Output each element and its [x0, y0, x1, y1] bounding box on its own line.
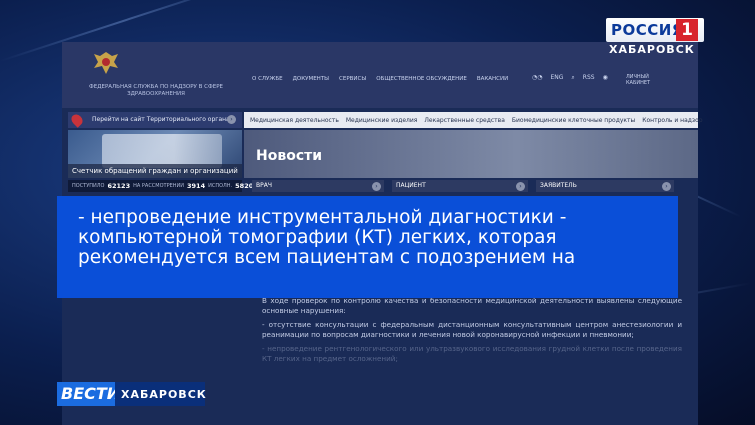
received-value: 62123 [107, 182, 131, 190]
answered-label: ИСПОЛН. [208, 183, 233, 189]
nav-services[interactable]: СЕРВИСЫ [339, 76, 366, 82]
program-city: ХАБАРОВСК [121, 388, 207, 401]
review-label: НА РАССМОТРЕНИИ [133, 183, 185, 189]
caption-text: - непроведение инструментальной диагност… [78, 207, 576, 268]
article-paragraph: В ходе проверок по контролю качества и б… [262, 296, 682, 315]
nav-documents[interactable]: ДОКУМЕНТЫ [293, 76, 329, 82]
chevron-right-icon: › [516, 181, 525, 191]
rss-link[interactable]: RSS [583, 74, 595, 82]
news-title: Новости [256, 148, 323, 164]
audience-applicant[interactable]: ЗАЯВИТЕЛЬ › [536, 180, 674, 192]
audience-label: ПАЦИЕНТ [396, 182, 426, 189]
article-paragraph: - отсутствие консультации с федеральным … [262, 320, 682, 339]
article-paragraph: - непроведение рентгенологического или у… [262, 344, 682, 363]
nav-public-discussion[interactable]: ОБЩЕСТВЕННОЕ ОБСУЖДЕНИЕ [376, 76, 467, 82]
lang-switch[interactable]: ENG [550, 74, 563, 82]
nav-vacancies[interactable]: ВАКАНСИИ [477, 76, 508, 82]
channel-city: ХАБАРОВСК [609, 43, 695, 56]
chevron-right-icon[interactable]: › [227, 115, 236, 124]
program-name: ВЕСТИ [61, 384, 121, 403]
search-icon[interactable]: ⌕ [571, 74, 574, 82]
review-value: 3914 [187, 182, 206, 190]
chevron-right-icon: › [662, 181, 671, 191]
device-image [102, 134, 222, 168]
nav-about[interactable]: О СЛУЖБЕ [252, 76, 283, 82]
region-link[interactable]: Перейти на сайт Территориального органа [92, 116, 230, 123]
accessibility-icon[interactable]: ◔◔ [532, 74, 542, 82]
personal-cabinet-link[interactable]: ЛИЧНЫЙ КАБИНЕТ [626, 74, 666, 86]
cat-cell-products[interactable]: Биомедицинские клеточные продукты [512, 117, 635, 124]
category-nav: Медицинская деятельность Медицинские изд… [244, 112, 703, 128]
counter-row: ПОСТУПИЛО 62123 НА РАССМОТРЕНИИ 3914 ИСП… [68, 180, 258, 192]
article-body: В ходе проверок по контролю качества и б… [262, 296, 682, 368]
rss-icon[interactable]: ◉ [603, 74, 608, 82]
cat-medical-devices[interactable]: Медицинские изделия [346, 117, 418, 124]
cat-medicines[interactable]: Лекарственные средства [424, 117, 504, 124]
eagle-emblem-icon [94, 52, 118, 74]
audience-patient[interactable]: ПАЦИЕНТ › [392, 180, 528, 192]
audience-doctor[interactable]: ВРАЧ › [252, 180, 384, 192]
channel-number: 1 [676, 19, 698, 41]
counter-title: Счетчик обращений граждан и организаций [68, 164, 242, 178]
cat-medical-activity[interactable]: Медицинская деятельность [250, 117, 339, 124]
received-label: ПОСТУПИЛО [72, 183, 105, 189]
top-navigation: О СЛУЖБЕ ДОКУМЕНТЫ СЕРВИСЫ ОБЩЕСТВЕННОЕ … [252, 76, 508, 82]
top-icons: ◔◔ ENG ⌕ RSS ◉ [532, 74, 608, 82]
audience-label: ВРАЧ [256, 182, 272, 189]
chevron-right-icon: › [372, 181, 381, 191]
channel-name: РОССИЯ [611, 21, 684, 39]
audience-label: ЗАЯВИТЕЛЬ [540, 182, 577, 189]
cat-control[interactable]: Контроль и надзор [642, 117, 702, 124]
org-name: ФЕДЕРАЛЬНАЯ СЛУЖБА ПО НАДЗОРУ В СФЕРЕ ЗД… [88, 84, 224, 97]
